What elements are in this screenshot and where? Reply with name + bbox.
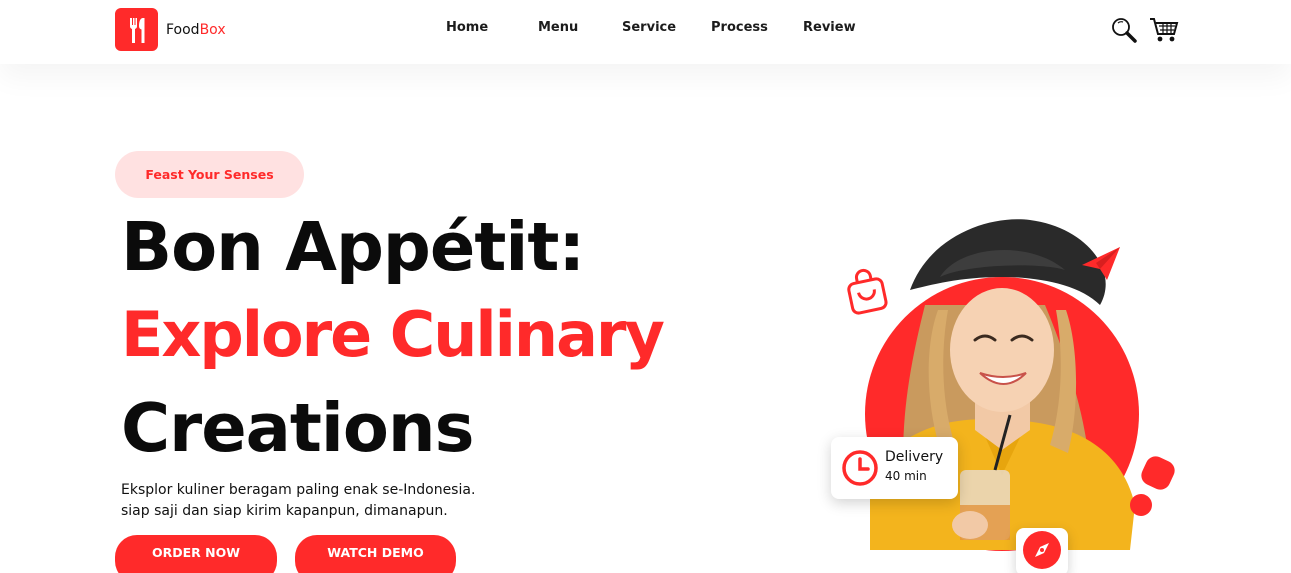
brand-name: FoodBox (166, 21, 226, 38)
hero-headline-line1: Bon Appétit: (121, 208, 585, 286)
hero-tag: Feast Your Senses (115, 151, 304, 198)
fork-spoon-icon (115, 8, 158, 51)
decor-blob (1141, 456, 1175, 490)
hero-description-line2: siap saji dan siap kirim kapanpun, diman… (121, 503, 448, 519)
logo[interactable]: FoodBox (115, 8, 226, 51)
hero-description-line1: Eksplor kuliner beragam paling enak se-I… (121, 482, 476, 498)
decor-dot (1130, 494, 1152, 516)
nav-menu[interactable]: Menu (538, 20, 578, 35)
delivery-time: 40 min (885, 469, 927, 483)
clock-icon (841, 449, 879, 491)
cart-icon[interactable] (1149, 16, 1179, 48)
compass-badge (1016, 528, 1068, 573)
order-now-button[interactable]: ORDER NOW (115, 535, 277, 573)
search-icon[interactable] (1110, 16, 1138, 48)
delivery-badge: Delivery 40 min (831, 437, 958, 499)
nav-service[interactable]: Service (622, 20, 676, 35)
hero-headline-line2: Explore Culinary (121, 298, 665, 371)
nav-home[interactable]: Home (446, 20, 488, 35)
site-header: FoodBox Home Menu Service Process Review (0, 0, 1291, 64)
nav-process[interactable]: Process (711, 20, 768, 35)
hero-headline-line3: Creations (121, 389, 474, 467)
nav-review[interactable]: Review (803, 20, 856, 35)
shopping-bag-icon (847, 268, 888, 315)
delivery-title: Delivery (885, 449, 944, 465)
watch-demo-button[interactable]: WATCH DEMO (295, 535, 456, 573)
hero-illustration (847, 219, 1175, 551)
compass-icon (1022, 530, 1062, 573)
